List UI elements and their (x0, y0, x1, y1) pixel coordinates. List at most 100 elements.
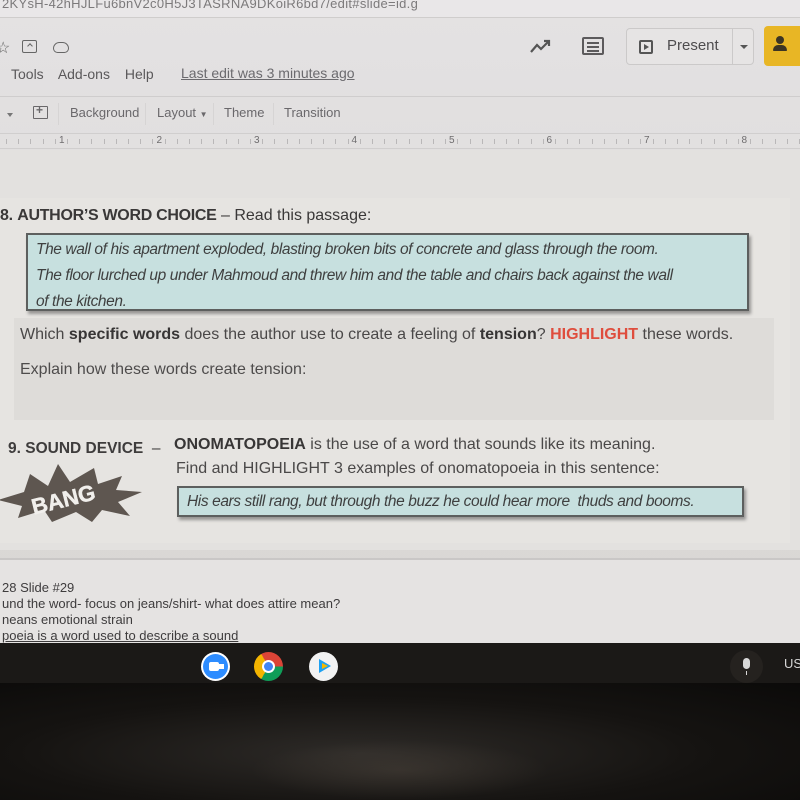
ruler-tick (152, 139, 154, 144)
ruler-tick (335, 139, 337, 144)
question-8-intro: Read this passage: (234, 207, 372, 224)
ruler-tick (774, 139, 776, 144)
layout-button[interactable]: Layout ▼ (157, 105, 208, 120)
question-9-number: 9. (8, 440, 21, 457)
ruler-tick (530, 139, 532, 144)
ruler-tick (201, 139, 203, 144)
ruler-tick (250, 139, 251, 144)
ruler-tick (298, 139, 300, 144)
question-8-explain: Explain how these words create tension: (20, 361, 307, 378)
passage-line: The floor lurched up under Mahmoud and t… (36, 267, 673, 284)
screen-reflection (250, 740, 550, 800)
toolbar-caret-icon[interactable] (7, 113, 13, 117)
sentence-text: His ears still rang, but through the buz… (187, 493, 695, 510)
ruler-tick (433, 139, 434, 144)
present-icon (639, 40, 653, 54)
ruler-tick (664, 139, 666, 144)
note-line: neans emotional strain (2, 612, 133, 627)
last-edit-link[interactable]: Last edit was 3 minutes ago (181, 65, 355, 81)
prompt-highlight-word: HIGHLIGHT (550, 326, 639, 343)
background-button[interactable]: Background (70, 105, 139, 120)
question-9-heading: SOUND DEVICE (25, 440, 144, 457)
present-button[interactable]: Present (626, 28, 754, 65)
ruler-tick (591, 139, 593, 144)
chrome-app-icon[interactable] (254, 652, 283, 681)
ruler-number: 5 (449, 135, 455, 146)
ruler-number: 6 (546, 135, 553, 146)
move-to-folder-icon[interactable] (22, 40, 37, 53)
ruler-tick (555, 139, 556, 144)
ruler-tick (176, 139, 178, 144)
ruler-tick (103, 139, 105, 144)
transition-button[interactable]: Transition (284, 105, 341, 120)
ruler-number: 8 (741, 135, 748, 146)
ruler-tick (384, 139, 386, 144)
ruler[interactable]: 1 2 3 4 5 6 7 8 (0, 133, 800, 149)
keyboard-layout-indicator[interactable]: US (784, 656, 800, 671)
ruler-tick (91, 139, 93, 144)
note-line: 28 Slide #29 (2, 580, 75, 595)
speaker-notes[interactable]: 28 Slide #29 und the word- focus on jean… (0, 558, 800, 643)
ruler-tick (79, 139, 81, 144)
ruler-tick (494, 139, 495, 144)
present-divider (732, 29, 733, 64)
sentence-box[interactable]: His ears still rang, but through the buz… (177, 486, 744, 517)
menu-bar: Tools Add-ons Help (11, 66, 165, 82)
ruler-tick (445, 139, 447, 144)
ruler-tick (713, 139, 715, 144)
ruler-tick (542, 139, 544, 144)
ruler-tick (579, 139, 581, 144)
present-options-caret-icon[interactable] (740, 45, 748, 49)
question-9-dash: – (143, 440, 170, 457)
ruler-tick (128, 139, 129, 144)
question-8-heading: AUTHOR’S WORD CHOICE (17, 207, 217, 224)
star-icon[interactable]: ☆ (0, 38, 10, 58)
play-store-app-icon[interactable] (309, 652, 338, 681)
question-8-dash: – (216, 207, 235, 224)
menu-tools[interactable]: Tools (11, 66, 44, 82)
passage-line: of the kitchen. (36, 293, 127, 310)
screen: 2KYsH-42hHJLFu6bnV2c0H5J3TASRNA9DKoiR6bd… (0, 0, 800, 643)
ruler-tick (603, 139, 605, 144)
address-bar[interactable]: 2KYsH-42hHJLFu6bnV2c0H5J3TASRNA9DKoiR6bd… (0, 0, 800, 18)
question-8-title: 8. AUTHOR’S WORD CHOICE – Read this pass… (0, 207, 371, 225)
new-comment-icon[interactable] (33, 103, 48, 119)
ruler-number: 3 (254, 135, 260, 146)
microphone-icon (743, 658, 750, 675)
ruler-tick (786, 139, 788, 144)
ruler-tick (359, 139, 361, 144)
activity-trend-icon[interactable] (530, 38, 552, 54)
ruler-tick (42, 139, 44, 144)
ruler-tick (323, 139, 325, 144)
passage-box[interactable]: The wall of his apartment exploded, blas… (26, 233, 749, 311)
prompt-text: these words. (638, 326, 734, 343)
ruler-tick (762, 139, 764, 144)
ruler-number: 7 (644, 135, 650, 146)
comments-icon[interactable] (582, 37, 604, 55)
menu-help[interactable]: Help (125, 66, 154, 82)
ruler-tick (725, 139, 727, 144)
ruler-tick (457, 139, 459, 144)
voice-input-button[interactable] (730, 650, 763, 683)
toolbar-divider (58, 103, 59, 125)
share-button[interactable] (764, 26, 800, 66)
ruler-tick (677, 139, 678, 144)
ruler-tick (567, 139, 569, 144)
ruler-tick (213, 139, 215, 144)
note-line: und the word- focus on jeans/shirt- what… (2, 596, 341, 611)
ruler-tick (652, 139, 654, 144)
ruler-tick (262, 139, 264, 144)
ruler-tick (738, 139, 739, 144)
passage-line: The wall of his apartment exploded, blas… (36, 241, 659, 258)
ruler-tick (640, 139, 642, 144)
present-label: Present (667, 37, 719, 54)
theme-button[interactable]: Theme (224, 105, 264, 120)
question-9-instruction: Find and HIGHLIGHT 3 examples of onomato… (176, 460, 660, 477)
ruler-tick (616, 139, 617, 144)
menu-add-ons[interactable]: Add-ons (58, 66, 110, 82)
ruler-tick (225, 139, 227, 144)
zoom-app-icon[interactable] (201, 652, 230, 681)
ruler-tick (67, 139, 68, 144)
cloud-saved-icon[interactable] (53, 42, 69, 53)
question-9-definition: ONOMATOPOEIA is the use of a word that s… (174, 436, 655, 454)
